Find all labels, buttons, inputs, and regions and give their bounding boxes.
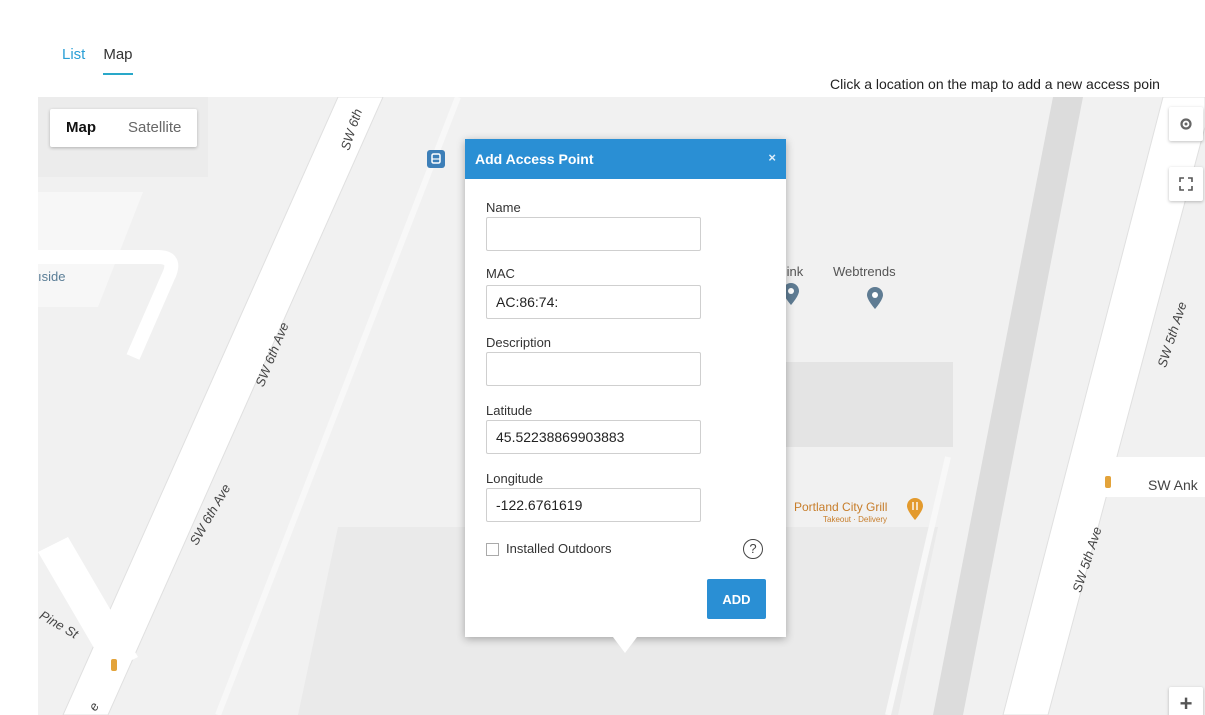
map-label-webtrends: Webtrends [833, 264, 896, 279]
fullscreen-icon[interactable] [1169, 167, 1203, 201]
map-label-riverside: ıside [38, 269, 66, 284]
latitude-label: Latitude [486, 403, 533, 418]
map-type-satellite-button[interactable]: Satellite [112, 109, 197, 147]
longitude-input[interactable] [486, 488, 701, 522]
mac-input[interactable] [486, 285, 701, 319]
name-input[interactable] [486, 217, 701, 251]
view-tabs: List Map [62, 46, 133, 75]
restaurant-pin-icon[interactable] [907, 498, 923, 525]
installed-outdoors-label: Installed Outdoors [506, 541, 612, 556]
map-hint: Click a location on the map to add a new… [830, 76, 1160, 92]
latitude-input[interactable] [486, 420, 701, 454]
settings-gear-icon[interactable] [1169, 107, 1203, 141]
tab-list[interactable]: List [62, 46, 85, 75]
traffic-light-icon [1105, 476, 1111, 488]
dialog-title: Add Access Point [475, 151, 594, 167]
map-type-control: Map Satellite [50, 109, 198, 147]
add-access-point-dialog: Add Access Point × Name MAC Description … [465, 139, 786, 653]
dialog-pointer [613, 637, 637, 653]
map-label-grill-sub: Takeout · Delivery [823, 515, 888, 524]
longitude-label: Longitude [486, 471, 544, 486]
map-pin-webtrends-icon[interactable] [867, 287, 883, 314]
name-label: Name [486, 200, 521, 215]
dialog-header: Add Access Point × [465, 139, 786, 179]
add-button[interactable]: ADD [707, 579, 766, 619]
description-input[interactable] [486, 352, 701, 386]
map-label-grill: Portland City Grill [794, 500, 888, 514]
street-sw-ank: SW Ank [1148, 477, 1198, 493]
help-icon[interactable]: ? [743, 539, 763, 559]
zoom-in-button[interactable]: + [1169, 687, 1203, 715]
close-icon[interactable]: × [768, 150, 776, 165]
description-label: Description [486, 335, 552, 350]
mac-label: MAC [486, 266, 515, 281]
traffic-light-icon [111, 659, 117, 671]
installed-outdoors-checkbox[interactable] [486, 543, 499, 556]
bus-stop-icon[interactable] [427, 150, 445, 168]
map-type-map-button[interactable]: Map [50, 109, 112, 147]
tab-map[interactable]: Map [103, 46, 133, 75]
